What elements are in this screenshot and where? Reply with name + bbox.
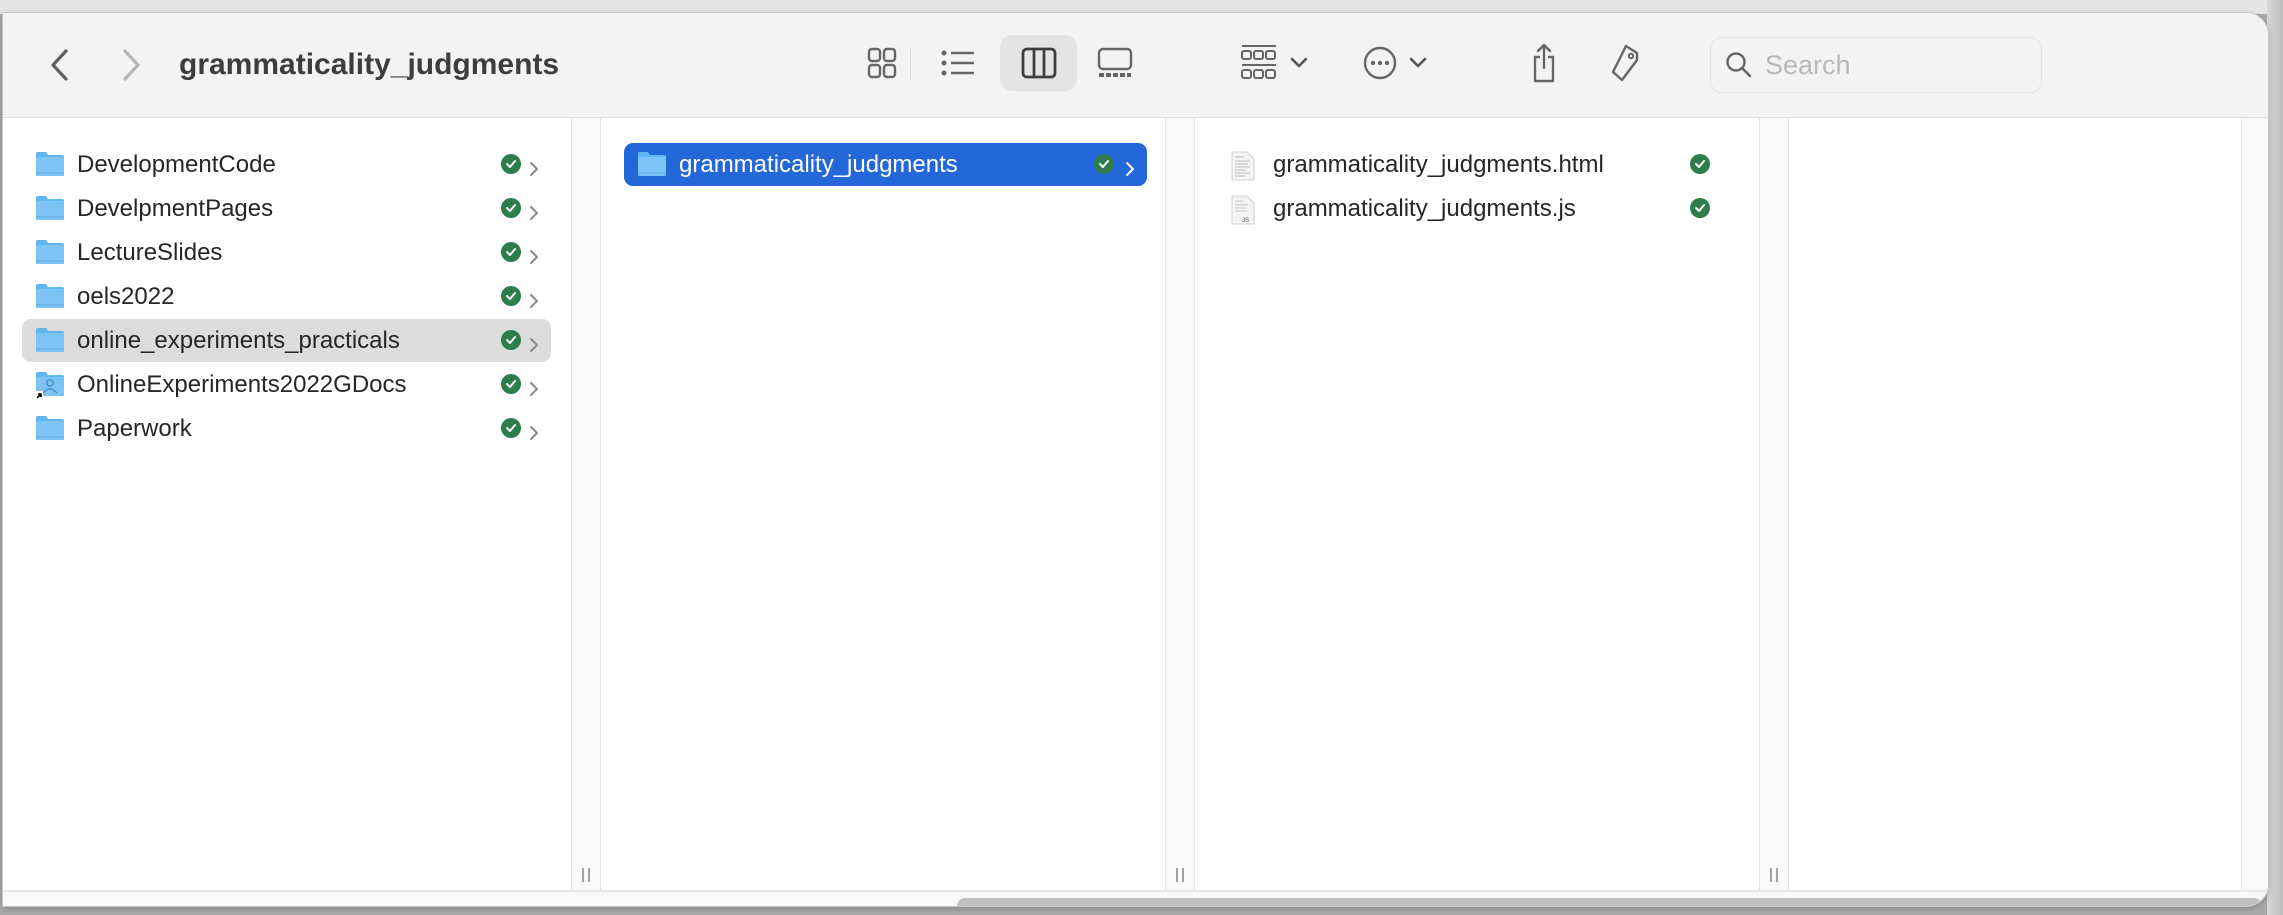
grip-icon bbox=[582, 868, 590, 882]
item-label: DevelpmentPages bbox=[77, 195, 274, 222]
chevron-down-icon bbox=[1409, 57, 1427, 68]
gallery-view-button[interactable] bbox=[1088, 35, 1142, 91]
folder-icon bbox=[35, 283, 65, 316]
item-label: OnlineExperiments2022GDocs bbox=[77, 371, 407, 398]
js-file-icon: JS bbox=[1231, 195, 1255, 232]
item-label: grammaticality_judgments.html bbox=[1273, 151, 1604, 178]
chevron-right-icon bbox=[529, 376, 539, 404]
list-item-folder-selected[interactable]: online_experiments_practicals bbox=[22, 319, 551, 362]
sync-check-icon bbox=[501, 330, 521, 350]
folder-icon bbox=[35, 151, 65, 184]
sync-check-icon bbox=[501, 242, 521, 262]
search-icon bbox=[1726, 52, 1752, 78]
item-label: grammaticality_judgments.js bbox=[1273, 195, 1576, 222]
svg-text:JS: JS bbox=[1242, 218, 1249, 224]
item-label: oels2022 bbox=[77, 283, 175, 310]
folder-icon bbox=[35, 415, 65, 448]
chevron-right-icon bbox=[1125, 156, 1135, 184]
chevron-right-icon bbox=[529, 244, 539, 272]
column-resize-handle[interactable] bbox=[571, 118, 601, 890]
horizontal-scrollbar[interactable] bbox=[3, 890, 2268, 906]
chevron-right-icon bbox=[123, 49, 140, 81]
browser-column-2: grammaticality_judgments bbox=[601, 118, 1165, 890]
sync-check-icon bbox=[1690, 198, 1710, 218]
list-item-folder-selected[interactable]: grammaticality_judgments bbox=[624, 143, 1147, 186]
action-menu-button[interactable] bbox=[1358, 35, 1432, 91]
chevron-right-icon bbox=[529, 332, 539, 360]
browser-column-1: DevelopmentCode DevelpmentPages LectureS… bbox=[3, 118, 571, 890]
group-by-button[interactable] bbox=[1237, 35, 1311, 91]
list-item-file[interactable]: JS grammaticality_judgments.js bbox=[1218, 187, 1741, 230]
list-item-folder[interactable]: OnlineExperiments2022GDocs bbox=[22, 363, 551, 406]
sync-check-icon bbox=[501, 154, 521, 174]
sync-check-icon bbox=[1094, 154, 1114, 174]
sync-check-icon bbox=[501, 418, 521, 438]
browser-column-4 bbox=[1789, 118, 2241, 890]
sync-check-icon bbox=[501, 374, 521, 394]
column-resize-handle[interactable] bbox=[2241, 118, 2268, 890]
column-resize-handle[interactable] bbox=[1165, 118, 1195, 890]
search-field[interactable] bbox=[1710, 37, 2042, 93]
grip-icon bbox=[1176, 868, 1184, 882]
list-icon bbox=[941, 50, 974, 76]
list-item-folder[interactable]: DevelopmentCode bbox=[22, 143, 551, 186]
chevron-right-icon bbox=[529, 200, 539, 228]
gallery-icon bbox=[1097, 47, 1133, 77]
chevron-right-icon bbox=[529, 420, 539, 448]
folder-icon bbox=[35, 239, 65, 272]
icon-view-button[interactable] bbox=[860, 35, 904, 91]
toolbar: grammaticality_judgments bbox=[3, 13, 2268, 118]
forward-button[interactable] bbox=[111, 43, 151, 87]
desktop-background bbox=[0, 0, 2283, 14]
tag-button[interactable] bbox=[1603, 35, 1647, 91]
folder-icon bbox=[637, 151, 667, 184]
item-label: online_experiments_practicals bbox=[77, 327, 400, 354]
search-input[interactable] bbox=[1763, 48, 2007, 82]
ellipsis-circle-icon bbox=[1363, 46, 1397, 80]
sync-check-icon bbox=[1690, 154, 1710, 174]
desktop-background-right bbox=[2267, 0, 2283, 915]
item-label: Paperwork bbox=[77, 415, 192, 442]
chevron-left-icon bbox=[51, 49, 68, 81]
item-label: grammaticality_judgments bbox=[679, 151, 958, 178]
list-item-file[interactable]: grammaticality_judgments.html bbox=[1218, 143, 1741, 186]
browser-column-3: grammaticality_judgments.html JS grammat… bbox=[1195, 118, 1759, 890]
shared-folder-alias-icon bbox=[35, 371, 65, 406]
html-file-icon bbox=[1231, 151, 1255, 188]
columns-icon bbox=[1021, 47, 1056, 79]
chevron-right-icon bbox=[529, 156, 539, 184]
finder-window: grammaticality_judgments Search Developm… bbox=[3, 13, 2268, 906]
column-view-button[interactable] bbox=[1000, 35, 1077, 91]
share-button[interactable] bbox=[1524, 35, 1564, 91]
share-icon bbox=[1533, 43, 1555, 83]
folder-icon bbox=[35, 327, 65, 360]
column-resize-handle[interactable] bbox=[1759, 118, 1789, 890]
list-view-button[interactable] bbox=[933, 35, 983, 91]
back-button[interactable] bbox=[40, 43, 80, 87]
folder-icon bbox=[35, 195, 65, 228]
list-item-folder[interactable]: oels2022 bbox=[22, 275, 551, 318]
tag-icon bbox=[1611, 44, 1639, 82]
sync-check-icon bbox=[501, 286, 521, 306]
chevron-right-icon bbox=[529, 288, 539, 316]
scrollbar-thumb[interactable] bbox=[957, 898, 2262, 906]
toolbar-separator bbox=[910, 49, 911, 79]
item-label: DevelopmentCode bbox=[77, 151, 276, 178]
chevron-down-icon bbox=[1290, 57, 1308, 68]
list-item-folder[interactable]: LectureSlides bbox=[22, 231, 551, 274]
grip-icon bbox=[1770, 868, 1778, 882]
group-by-icon bbox=[1241, 45, 1276, 79]
grid-icon bbox=[867, 47, 897, 79]
item-label: LectureSlides bbox=[77, 239, 223, 266]
list-item-folder[interactable]: Paperwork bbox=[22, 407, 551, 450]
list-item-folder[interactable]: DevelpmentPages bbox=[22, 187, 551, 230]
window-title: grammaticality_judgments bbox=[179, 48, 560, 81]
sync-check-icon bbox=[501, 198, 521, 218]
